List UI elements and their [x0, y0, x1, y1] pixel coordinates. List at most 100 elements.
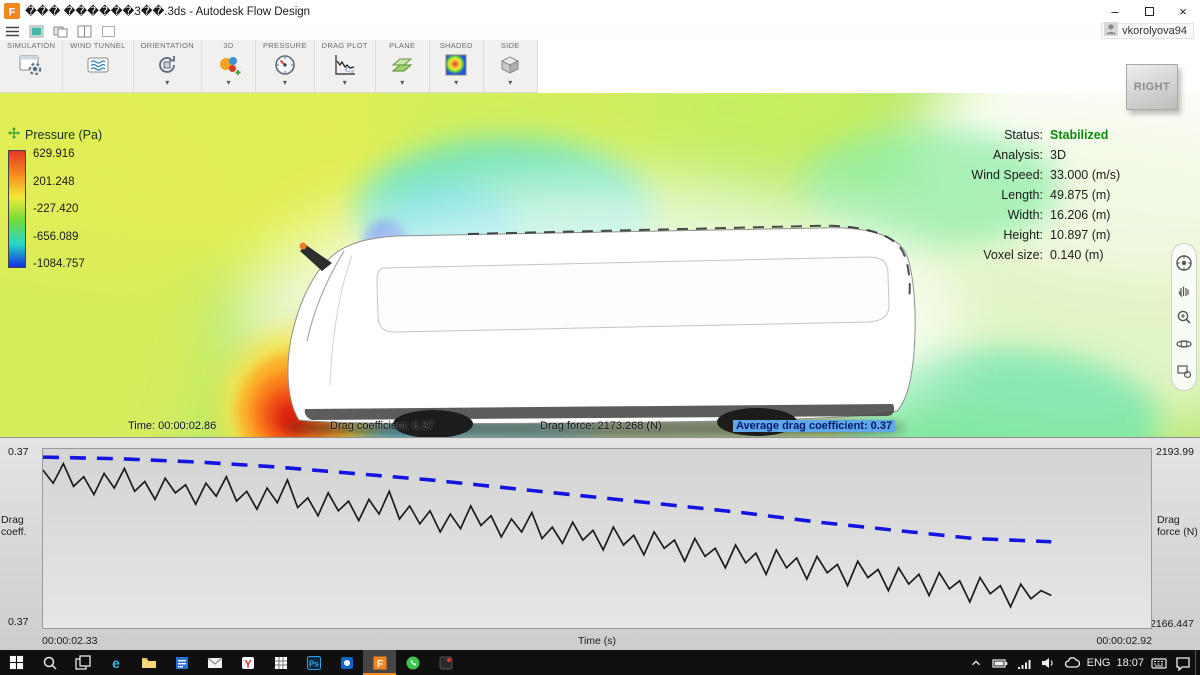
navigation-toolbar: [1171, 243, 1197, 391]
ribbon-group-shaded[interactable]: SHADED ▾: [430, 40, 484, 92]
plane-icon[interactable]: [389, 51, 415, 79]
dropdown-caret-icon[interactable]: ▾: [165, 79, 169, 88]
language-indicator[interactable]: ENG: [1084, 650, 1114, 675]
calculator-taskbar-button[interactable]: [264, 650, 297, 675]
recorder-taskbar-button[interactable]: [429, 650, 462, 675]
start-taskbar-button[interactable]: [0, 650, 33, 675]
windows-taskbar: e Y Ps F ENG18:07: [0, 650, 1200, 675]
zoom-icon[interactable]: [1175, 308, 1193, 326]
network-icon[interactable]: [1012, 650, 1036, 675]
dropdown-caret-icon[interactable]: ▾: [400, 79, 404, 88]
mail-taskbar-button[interactable]: [198, 650, 231, 675]
title-bar: F ��� ������3��.3ds - Autodesk Flow Desi…: [0, 0, 1200, 22]
appearance-style-button[interactable]: [28, 24, 45, 39]
pressure-legend: Pressure (Pa) 629.916 201.248 -227.420 -…: [8, 126, 102, 270]
ribbon-group-wind-tunnel[interactable]: WIND TUNNEL: [63, 40, 133, 92]
view-side-cube-icon[interactable]: [497, 51, 523, 79]
status-label: Status:: [948, 128, 1050, 142]
wind-speed-value: 33.000 (m/s): [1050, 168, 1142, 182]
right-axis-top-tick: 2193.99: [1156, 446, 1194, 458]
photoshop-taskbar-button[interactable]: Ps: [297, 650, 330, 675]
ribbon-group-side[interactable]: SIDE ▾: [484, 40, 538, 92]
dropdown-caret-icon[interactable]: ▾: [454, 79, 458, 88]
x-axis-title: Time (s): [578, 635, 616, 647]
volume-icon[interactable]: [1036, 650, 1060, 675]
ribbon-group-orientation[interactable]: ORIENTATION ▾: [134, 40, 202, 92]
svg-text:F: F: [376, 659, 382, 670]
left-axis-top-tick: 0.37: [8, 446, 28, 458]
simulation-icon[interactable]: [18, 51, 44, 79]
drag-plot-panel: 0.37 0.37 2193.99 2166.447 Drag coeff. D…: [0, 437, 1200, 650]
legend-value: -1084.757: [33, 258, 85, 270]
pan-icon[interactable]: [1175, 281, 1193, 299]
height-value: 10.897 (m): [1050, 228, 1142, 242]
legend-colorbar: [8, 150, 26, 268]
hidden-icons-chevron[interactable]: [964, 650, 988, 675]
ribbon-group-label: SHADED: [440, 41, 473, 50]
average-drag-coefficient-readout: Average drag coefficient: 0.37: [733, 420, 895, 432]
zoom-window-icon[interactable]: [1175, 362, 1193, 380]
x-axis-labels: 00:00:02.33 Time (s) 00:00:02.92: [42, 635, 1152, 647]
average-drag-line: [43, 457, 1051, 542]
onedrive-icon[interactable]: [1060, 650, 1084, 675]
window-layout-button[interactable]: [100, 24, 117, 39]
user-name: vkorolyova94: [1122, 25, 1187, 37]
action-center-icon[interactable]: [1171, 650, 1195, 675]
dropdown-caret-icon[interactable]: ▾: [343, 79, 347, 88]
flow-design-taskbar-button[interactable]: F: [363, 650, 396, 675]
wind-tunnel-icon[interactable]: [85, 51, 111, 79]
whatsapp-taskbar-button[interactable]: [396, 650, 429, 675]
drag-coefficient-line: [43, 464, 1051, 607]
ribbon-group-pressure[interactable]: PRESSURE ▾: [256, 40, 315, 92]
3d-results-icon[interactable]: [216, 51, 242, 79]
quick-access-bar: vkorolyova94: [0, 22, 1200, 40]
view-cube[interactable]: RIGHT: [1126, 64, 1178, 110]
right-axis-bottom-tick: 2166.447: [1150, 618, 1194, 630]
dropdown-caret-icon[interactable]: ▾: [283, 79, 287, 88]
show-desktop-button[interactable]: [1195, 650, 1200, 675]
dropdown-caret-icon[interactable]: ▾: [508, 79, 512, 88]
drag-plot-icon[interactable]: Cd: [332, 51, 358, 79]
analysis-value: 3D: [1050, 148, 1142, 162]
drag-plot-chart: [43, 449, 1151, 628]
ribbon-group-drag-plot[interactable]: DRAG PLOT Cd ▾: [315, 40, 376, 92]
maximize-button[interactable]: [1132, 0, 1166, 22]
left-axis-title: Drag coeff.: [1, 514, 27, 538]
battery-icon[interactable]: [988, 650, 1012, 675]
legend-value: 201.248: [33, 176, 85, 188]
app-menu-icon[interactable]: [4, 24, 21, 39]
legend-value: 629.916: [33, 148, 85, 160]
split-view-button[interactable]: [76, 24, 93, 39]
ribbon-group-label: 3D: [223, 41, 233, 50]
ribbon-group-plane[interactable]: PLANE ▾: [376, 40, 430, 92]
pressure-gauge-icon[interactable]: [272, 51, 298, 79]
edge-taskbar-button[interactable]: e: [99, 650, 132, 675]
shaded-icon[interactable]: [443, 51, 469, 79]
orbit-icon[interactable]: [1175, 335, 1193, 353]
close-button[interactable]: ×: [1166, 0, 1200, 22]
steering-wheel-icon[interactable]: [1175, 254, 1193, 272]
dropdown-caret-icon[interactable]: ▾: [226, 79, 230, 88]
length-label: Length:: [948, 188, 1050, 202]
legend-title: Pressure (Pa): [25, 128, 102, 142]
blue-app-taskbar-button[interactable]: [330, 650, 363, 675]
ribbon-group-3d[interactable]: 3D ▾: [202, 40, 256, 92]
ribbon-group-simulation[interactable]: SIMULATION: [0, 40, 63, 92]
drag-plot-area[interactable]: [42, 448, 1152, 629]
minimize-button[interactable]: –: [1098, 0, 1132, 22]
clock[interactable]: 18:07: [1113, 650, 1147, 675]
snapshot-button[interactable]: [52, 24, 69, 39]
svg-text:e: e: [112, 655, 120, 671]
task-view-taskbar-button[interactable]: [66, 650, 99, 675]
documents-taskbar-button[interactable]: [165, 650, 198, 675]
file-explorer-taskbar-button[interactable]: [132, 650, 165, 675]
wind-speed-label: Wind Speed:: [948, 168, 1050, 182]
yandex-browser-taskbar-button[interactable]: Y: [231, 650, 264, 675]
viewport-3d[interactable]: Pressure (Pa) 629.916 201.248 -227.420 -…: [0, 93, 1200, 437]
analysis-label: Analysis:: [948, 148, 1050, 162]
search-taskbar-button[interactable]: [33, 650, 66, 675]
touch-keyboard-icon[interactable]: [1147, 650, 1171, 675]
orientation-icon[interactable]: [154, 51, 180, 79]
ribbon-group-label: ORIENTATION: [141, 41, 194, 50]
user-account-button[interactable]: vkorolyova94: [1101, 23, 1194, 39]
